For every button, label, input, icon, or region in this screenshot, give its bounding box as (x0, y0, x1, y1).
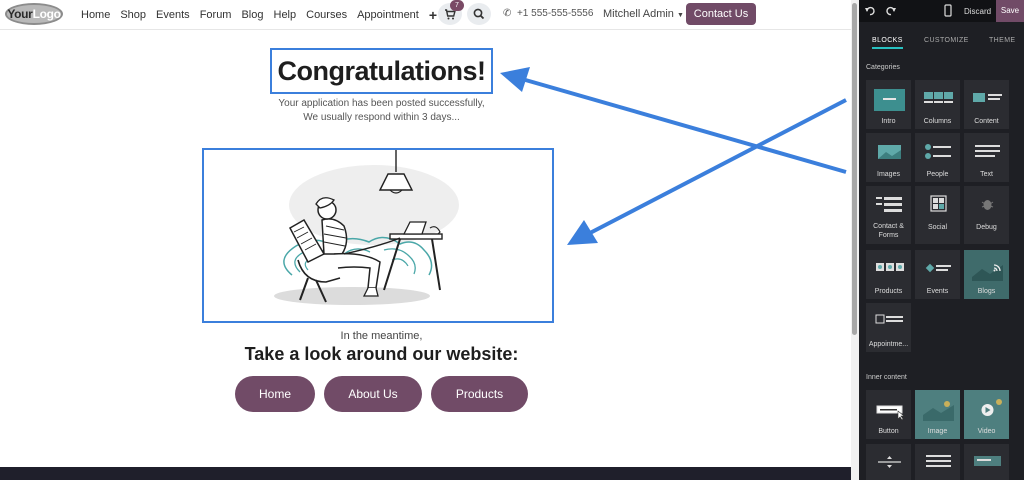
button-block-icon (876, 405, 905, 421)
list-block-icon (926, 455, 951, 467)
block-images[interactable]: Images (865, 132, 912, 183)
inner-card[interactable] (963, 443, 1010, 480)
columns-block-icon (924, 92, 953, 103)
tab-customize[interactable]: CUSTOMIZE (924, 37, 969, 44)
text-block-icon (975, 145, 1000, 157)
appointment-block-icon (875, 314, 903, 324)
inner-content-label: Inner content (866, 374, 907, 381)
block-images-label: Images (877, 171, 900, 178)
block-content-label: Content (974, 118, 999, 125)
block-text-label: Text (980, 171, 993, 178)
block-events[interactable]: Events (914, 249, 961, 300)
editor-sidebar: Discard Save BLOCKS CUSTOMIZE THEME Cate… (859, 0, 1024, 480)
website-preview: YourLogo Home Shop Events Forum Blog Hel… (0, 0, 851, 480)
categories-label: Categories (866, 64, 900, 71)
products-block-icon (876, 263, 904, 271)
undo-icon[interactable] (864, 5, 876, 17)
footer (0, 467, 851, 480)
inner-image-label: Image (927, 428, 948, 435)
events-block-icon (925, 263, 951, 273)
block-columns-label: Columns (923, 118, 952, 125)
contact-forms-block-icon (876, 197, 902, 212)
block-social[interactable]: Social (914, 185, 961, 245)
mobile-preview-icon[interactable] (944, 4, 952, 17)
inner-video[interactable]: Video (963, 389, 1010, 440)
play-icon (981, 399, 1002, 416)
block-appointment-label: Appointme... (868, 341, 909, 348)
image-block-icon (923, 401, 954, 421)
block-intro-label: Intro (881, 118, 896, 125)
block-social-label: Social (927, 224, 948, 231)
redo-icon[interactable] (885, 5, 897, 17)
inner-button[interactable]: Button (865, 389, 912, 440)
block-text[interactable]: Text (963, 132, 1010, 183)
rss-icon (972, 264, 1003, 281)
content-block-icon (973, 93, 1002, 102)
block-contact-forms[interactable]: Contact & Forms (865, 185, 912, 245)
discard-button[interactable]: Discard (964, 7, 991, 16)
inner-video-label: Video (977, 428, 996, 435)
editor-toolbar: Discard Save (859, 0, 1024, 22)
block-people[interactable]: People (914, 132, 961, 183)
block-content[interactable]: Content (963, 79, 1010, 130)
tab-theme[interactable]: THEME (989, 37, 1016, 44)
social-block-icon (930, 195, 947, 212)
block-people-label: People (926, 171, 949, 178)
intro-block-icon (874, 89, 905, 111)
bug-icon (981, 200, 994, 210)
inner-button-label: Button (878, 428, 899, 435)
card-block-icon (974, 456, 1001, 466)
inner-separator[interactable] (865, 443, 912, 480)
scrollbar-thumb[interactable] (852, 3, 857, 335)
people-block-icon (925, 144, 951, 159)
block-products[interactable]: Products (865, 249, 912, 300)
block-blogs-label: Blogs (977, 288, 996, 295)
save-button[interactable]: Save (996, 0, 1024, 22)
block-debug[interactable]: Debug (963, 185, 1010, 245)
separator-block-icon (878, 456, 901, 468)
annotation-arrows (500, 67, 847, 245)
block-debug-label: Debug (976, 224, 997, 231)
block-contact-forms-label: Contact & Forms (873, 223, 904, 239)
tab-blocks[interactable]: BLOCKS (872, 37, 903, 49)
block-products-label: Products (874, 288, 903, 295)
block-events-label: Events (926, 288, 949, 295)
block-intro[interactable]: Intro (865, 79, 912, 130)
block-columns[interactable]: Columns (914, 79, 961, 130)
inner-list[interactable] (914, 443, 961, 480)
block-blogs[interactable]: Blogs (963, 249, 1010, 300)
block-appointment[interactable]: Appointme... (865, 302, 912, 353)
inner-image[interactable]: Image (914, 389, 961, 440)
editor-tabs: BLOCKS CUSTOMIZE THEME (859, 32, 1024, 52)
images-block-icon (878, 145, 901, 159)
